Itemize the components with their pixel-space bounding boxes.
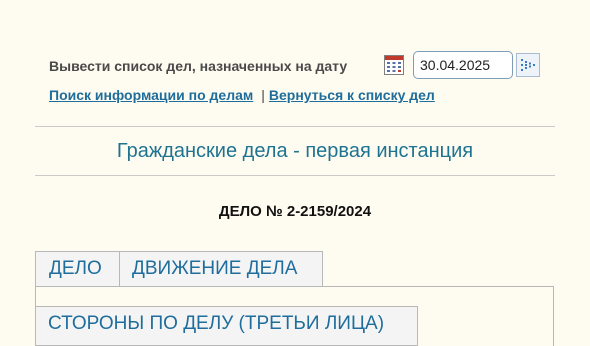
tab-case[interactable]: ДЕЛО <box>35 251 120 287</box>
nav-links: Поиск информации по делам | Вернуться к сп… <box>49 87 435 103</box>
search-cases-link[interactable]: Поиск информации по делам <box>49 87 253 103</box>
section-title: Гражданские дела - первая инстанция <box>116 140 474 162</box>
calendar-icon[interactable] <box>383 54 405 76</box>
case-number: ДЕЛО № 2-2159/2024 <box>218 203 372 220</box>
tab-case-movement[interactable]: ДВИЖЕНИЕ ДЕЛА <box>119 251 323 287</box>
back-to-list-link[interactable]: Вернуться к списку дел <box>269 87 435 103</box>
go-arrow-icon[interactable] <box>516 53 540 77</box>
divider-bottom <box>35 175 555 176</box>
date-input[interactable] <box>413 51 513 79</box>
tab-parties[interactable]: СТОРОНЫ ПО ДЕЛУ (ТРЕТЬИ ЛИЦА) <box>35 306 418 346</box>
date-label: Вывести список дел, назначенных на дату <box>49 58 348 74</box>
link-separator: | <box>261 87 265 103</box>
divider-top <box>35 126 555 127</box>
date-label-wrap: Вывести список дел, назначенных на дату <box>49 50 347 82</box>
